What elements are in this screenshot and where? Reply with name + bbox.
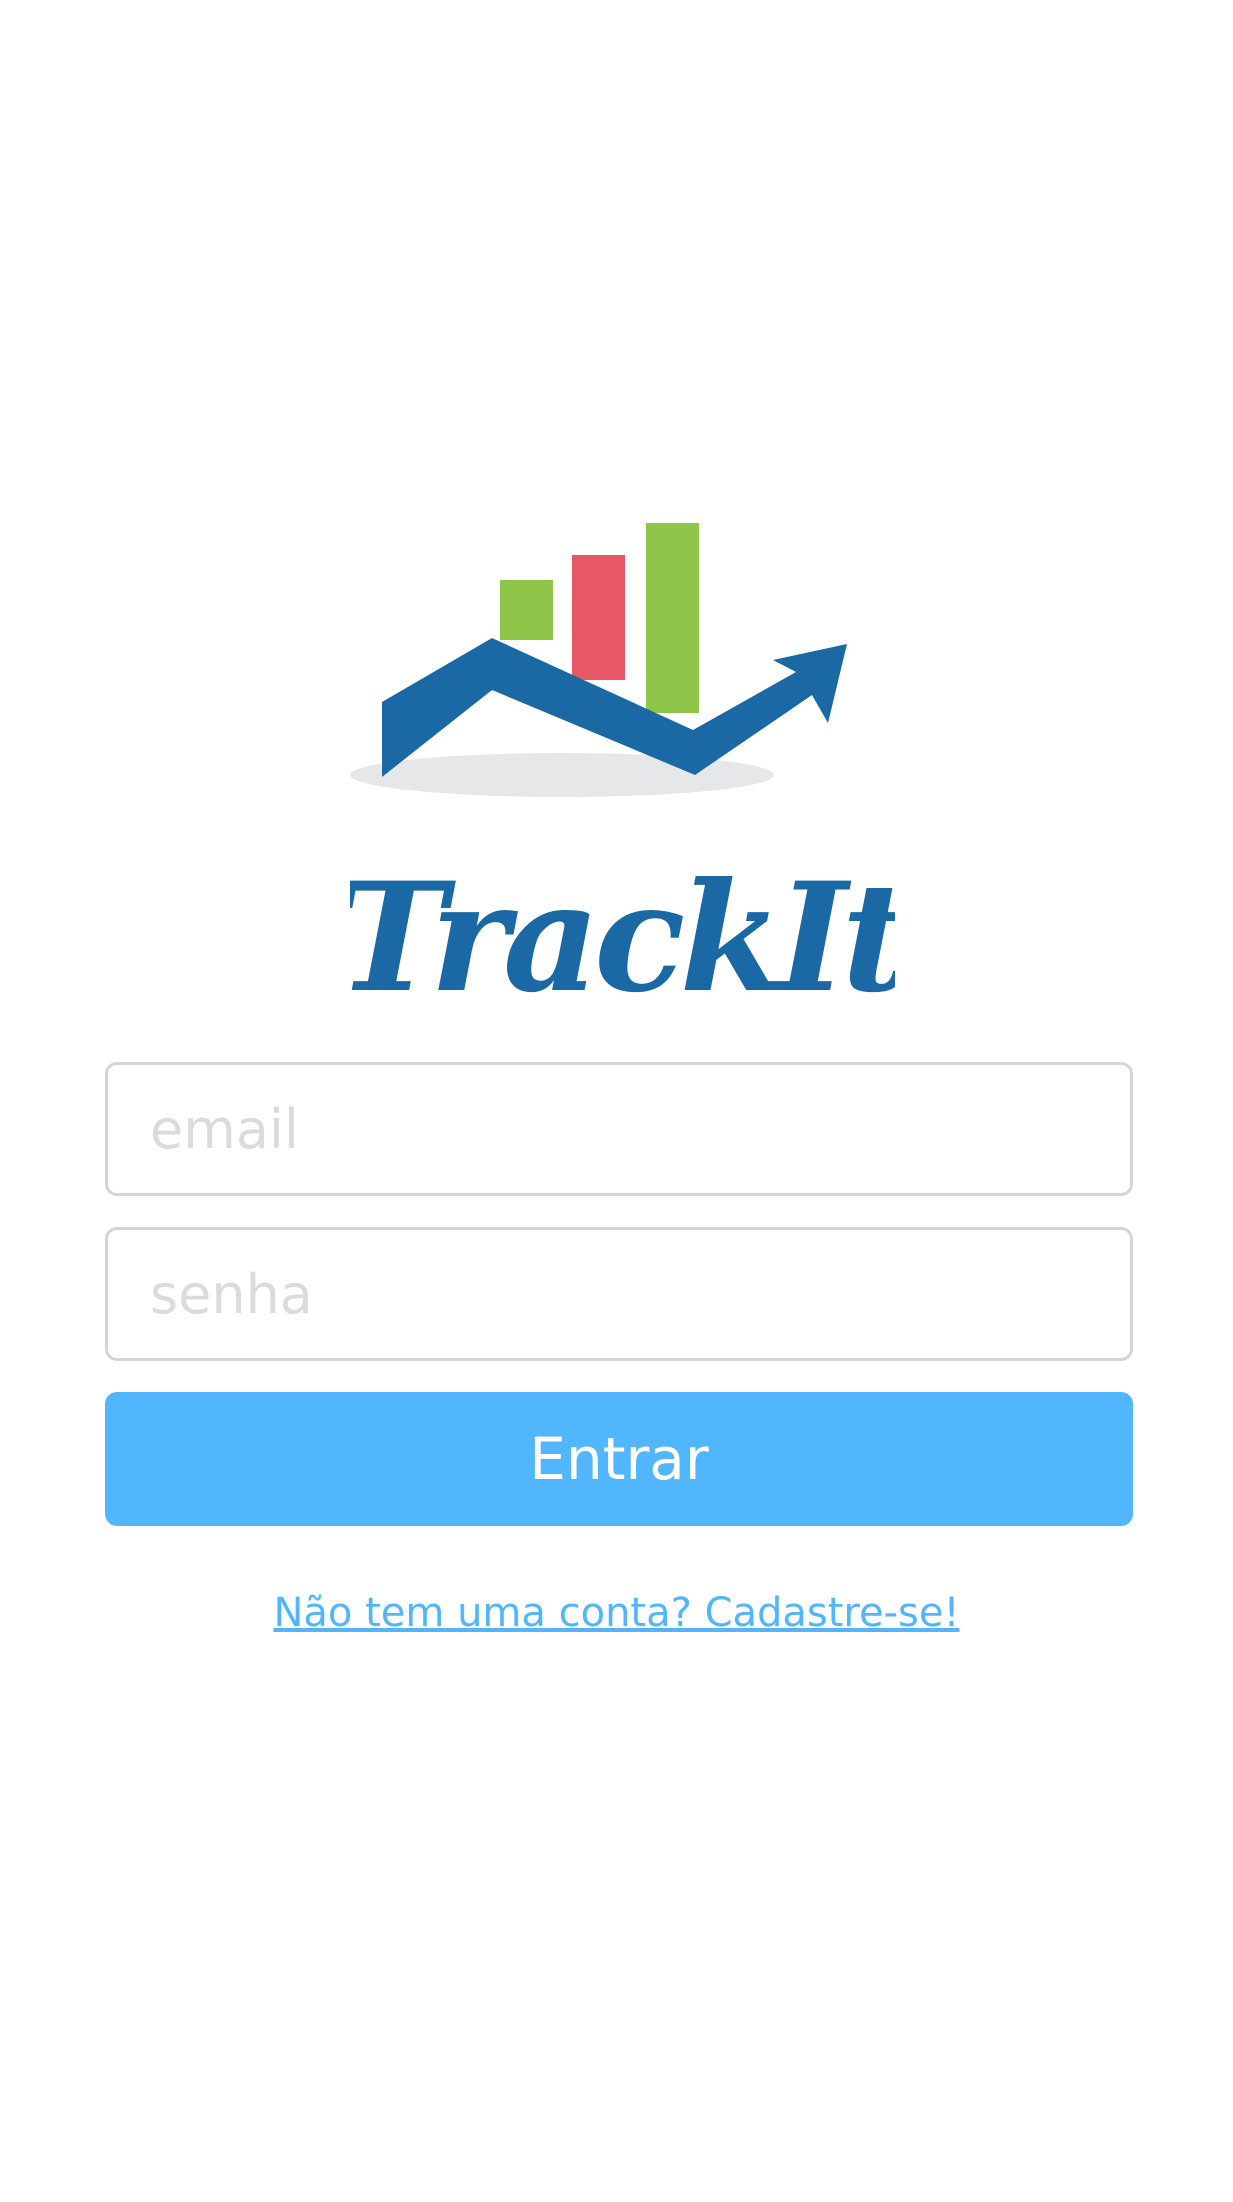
logo-wordmark: TrackIt — [350, 850, 895, 1010]
login-page: TrackIt Entrar Não tem uma conta? Cadast… — [0, 0, 1233, 2202]
password-input[interactable] — [105, 1227, 1133, 1361]
signup-link[interactable]: Não tem uma conta? Cadastre-se! — [0, 1590, 1233, 1636]
logo-bar-green-tall — [646, 523, 699, 713]
email-input[interactable] — [105, 1062, 1133, 1196]
logo-bar-red — [572, 555, 625, 680]
trackit-logo: TrackIt — [350, 523, 895, 1010]
logo-bar-green-small — [500, 580, 553, 640]
login-button[interactable]: Entrar — [105, 1392, 1133, 1526]
